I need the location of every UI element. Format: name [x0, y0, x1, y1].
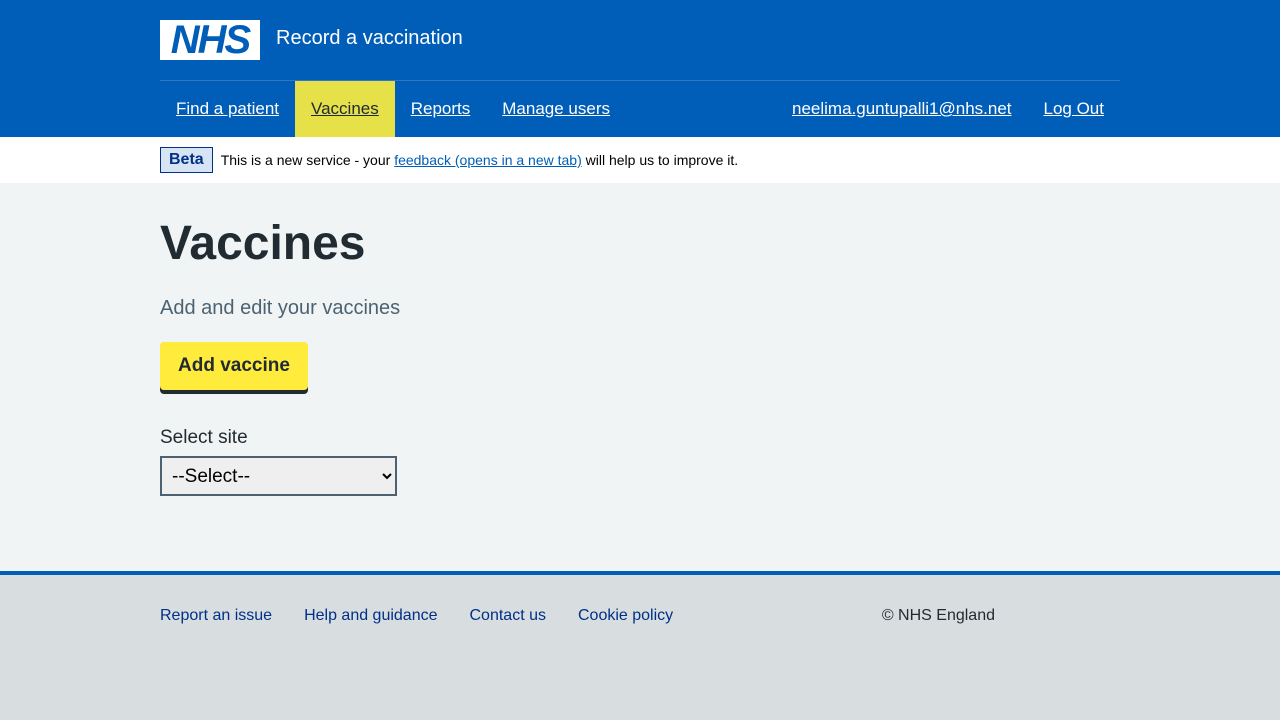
- service-name[interactable]: Record a vaccination: [276, 20, 463, 56]
- select-site-label: Select site: [160, 427, 248, 448]
- site-header: NHS Record a vaccination Find a patient …: [0, 0, 1280, 137]
- footer-link-help-guidance[interactable]: Help and guidance: [304, 607, 437, 625]
- beta-banner: Beta This is a new service - your feedba…: [0, 137, 1280, 183]
- site-footer: Report an issue Help and guidance Contac…: [0, 571, 1280, 720]
- footer-link-cookie-policy[interactable]: Cookie policy: [578, 607, 673, 625]
- beta-text-after: will help us to improve it.: [581, 152, 739, 168]
- main-content: Vaccines Add and edit your vaccines Add …: [160, 183, 1120, 496]
- footer-copyright: © NHS England: [881, 607, 995, 624]
- page-lead-text: Add and edit your vaccines: [160, 297, 401, 319]
- footer-link-report-issue[interactable]: Report an issue: [160, 607, 272, 625]
- nav-user-email[interactable]: neelima.guntupalli1@nhs.net: [776, 81, 1028, 137]
- beta-text: This is a new service - your feedback (o…: [221, 152, 738, 168]
- beta-tag: Beta: [160, 147, 213, 173]
- nav-logout[interactable]: Log Out: [1028, 81, 1121, 137]
- footer-inner: Report an issue Help and guidance Contac…: [160, 575, 1120, 625]
- primary-navigation: Find a patient Vaccines Reports Manage u…: [160, 81, 1120, 137]
- nav-item-manage-users[interactable]: Manage users: [486, 81, 626, 137]
- nav-spacer: [626, 81, 776, 137]
- nav-item-find-a-patient[interactable]: Find a patient: [160, 81, 295, 137]
- nhs-logo[interactable]: NHS: [160, 20, 260, 60]
- header-logo-row: NHS Record a vaccination: [160, 0, 1120, 81]
- beta-text-before: This is a new service - your: [220, 152, 395, 168]
- beta-banner-inner: Beta This is a new service - your feedba…: [160, 137, 1120, 183]
- site-select[interactable]: --Select--: [160, 456, 397, 496]
- nhs-logo-text: NHS: [170, 18, 251, 62]
- page-title: Vaccines: [160, 217, 366, 270]
- nav-item-reports[interactable]: Reports: [395, 81, 487, 137]
- feedback-link[interactable]: feedback (opens in a new tab): [394, 152, 582, 168]
- footer-link-contact-us[interactable]: Contact us: [470, 607, 546, 625]
- add-vaccine-button[interactable]: Add vaccine: [160, 342, 308, 390]
- header-container: NHS Record a vaccination Find a patient …: [160, 0, 1120, 137]
- nav-item-vaccines[interactable]: Vaccines: [295, 81, 395, 137]
